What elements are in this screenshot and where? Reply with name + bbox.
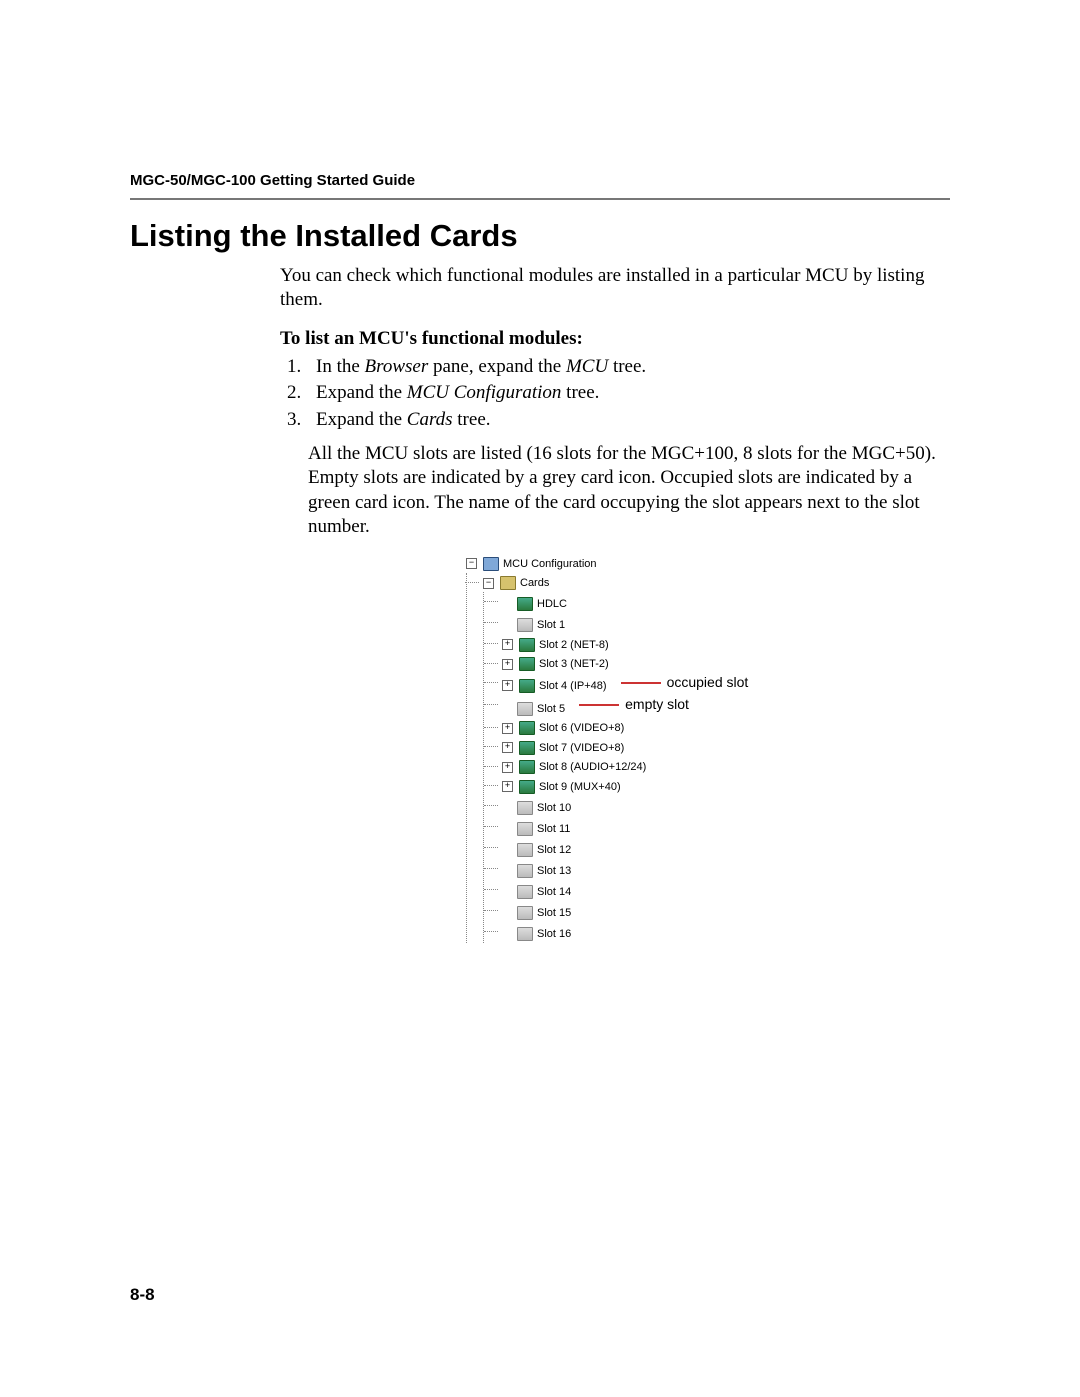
tree-slot-label: Slot 12	[537, 841, 571, 859]
card-empty-icon	[517, 864, 533, 878]
step-italic: Cards	[407, 409, 453, 430]
step-italic: MCU Configuration	[407, 382, 562, 403]
expand-icon[interactable]	[502, 781, 513, 792]
cards-folder-icon	[500, 576, 516, 590]
callout-line	[621, 682, 661, 684]
tree-slot-label: Slot 4 (IP+48)	[539, 677, 607, 695]
intro-paragraph: You can check which functional modules a…	[280, 264, 950, 313]
procedure-steps: In the Browser pane, expand the MCU tree…	[280, 355, 950, 432]
expand-icon[interactable]	[502, 659, 513, 670]
card-empty-icon	[517, 822, 533, 836]
expand-icon[interactable]	[502, 639, 513, 650]
tree-slot-label: Slot 10	[537, 799, 571, 817]
step-text: pane, expand the	[428, 356, 566, 377]
tree-slot-label: Slot 7 (VIDEO+8)	[539, 739, 624, 757]
card-empty-icon	[517, 801, 533, 815]
collapse-icon[interactable]	[483, 578, 494, 589]
card-occupied-icon	[519, 679, 535, 693]
callout: occupied slot	[615, 674, 749, 690]
step-text: tree.	[561, 382, 599, 403]
tree: MCU Configuration Cards HDLC Slot 1 Slot 2…	[466, 553, 950, 943]
expand-icon[interactable]	[502, 762, 513, 773]
step-text: tree.	[608, 356, 646, 377]
step-italic: MCU	[566, 356, 608, 377]
tree-slot-item[interactable]: HDLC	[502, 595, 567, 613]
card-empty-icon	[517, 702, 533, 716]
tree-slot-label: Slot 6 (VIDEO+8)	[539, 719, 624, 737]
card-empty-icon	[517, 885, 533, 899]
tree-slot-label: Slot 2 (NET-8)	[539, 636, 609, 654]
body-column: You can check which functional modules a…	[280, 264, 950, 943]
step-note: All the MCU slots are listed (16 slots f…	[308, 442, 950, 539]
step-text: Expand the	[316, 409, 407, 430]
tree-slot-item[interactable]: Slot 8 (AUDIO+12/24)	[502, 758, 646, 776]
tree-slot-item[interactable]: Slot 13	[502, 862, 571, 880]
tree-screenshot: MCU Configuration Cards HDLC Slot 1 Slot 2…	[458, 553, 950, 943]
card-occupied-icon	[517, 597, 533, 611]
tree-slot-item[interactable]: Slot 9 (MUX+40)	[502, 778, 621, 796]
section-heading: Listing the Installed Cards	[130, 218, 950, 254]
callout-text: occupied slot	[667, 674, 749, 690]
tree-root-label: MCU Configuration	[503, 555, 597, 573]
expand-icon[interactable]	[502, 723, 513, 734]
tree-slot-label: Slot 16	[537, 925, 571, 943]
header-rule	[130, 198, 950, 200]
tree-slot-label: Slot 13	[537, 862, 571, 880]
tree-slot-item[interactable]: Slot 15	[502, 904, 571, 922]
tree-slot-label: Slot 1	[537, 616, 565, 634]
card-occupied-icon	[519, 721, 535, 735]
expand-icon[interactable]	[502, 742, 513, 753]
tree-slot-item[interactable]: Slot 4 (IP+48)	[502, 677, 607, 695]
callout-text: empty slot	[625, 696, 689, 712]
running-head: MGC-50/MGC-100 Getting Started Guide	[130, 172, 415, 189]
card-occupied-icon	[519, 760, 535, 774]
tree-cards-label: Cards	[520, 574, 549, 592]
card-occupied-icon	[519, 780, 535, 794]
procedure-subhead: To list an MCU's functional modules:	[280, 327, 950, 351]
callout-line	[579, 704, 619, 706]
step-italic: Browser	[365, 356, 429, 377]
tree-slot-label: Slot 15	[537, 904, 571, 922]
card-occupied-icon	[519, 741, 535, 755]
step-text: tree.	[453, 409, 491, 430]
tree-slot-item[interactable]: Slot 6 (VIDEO+8)	[502, 719, 624, 737]
collapse-icon[interactable]	[466, 558, 477, 569]
tree-slot-label: Slot 8 (AUDIO+12/24)	[539, 758, 646, 776]
step-text: In the	[316, 356, 365, 377]
tree-cards-folder[interactable]: Cards	[483, 574, 549, 592]
tree-slot-label: Slot 3 (NET-2)	[539, 655, 609, 673]
tree-slot-item[interactable]: Slot 12	[502, 841, 571, 859]
step-1: In the Browser pane, expand the MCU tree…	[306, 355, 950, 379]
card-empty-icon	[517, 618, 533, 632]
card-empty-icon	[517, 927, 533, 941]
tree-slot-item[interactable]: Slot 14	[502, 883, 571, 901]
tree-slot-item[interactable]: Slot 1	[502, 616, 565, 634]
page-number: 8-8	[130, 1285, 155, 1305]
page: MGC-50/MGC-100 Getting Started Guide Lis…	[0, 0, 1080, 1397]
tree-slot-item[interactable]: Slot 2 (NET-8)	[502, 636, 609, 654]
callout: empty slot	[573, 696, 689, 712]
card-occupied-icon	[519, 638, 535, 652]
tree-slot-label: Slot 9 (MUX+40)	[539, 778, 621, 796]
tree-slot-label: HDLC	[537, 595, 567, 613]
step-3: Expand the Cards tree.	[306, 408, 950, 432]
tree-slot-label: Slot 5	[537, 700, 565, 718]
mcu-config-icon	[483, 557, 499, 571]
step-text: Expand the	[316, 382, 407, 403]
tree-slot-label: Slot 11	[537, 820, 570, 838]
tree-slot-item[interactable]: Slot 3 (NET-2)	[502, 655, 609, 673]
tree-slot-label: Slot 14	[537, 883, 571, 901]
card-occupied-icon	[519, 657, 535, 671]
card-empty-icon	[517, 843, 533, 857]
tree-slot-item[interactable]: Slot 11	[502, 820, 570, 838]
tree-slot-item[interactable]: Slot 7 (VIDEO+8)	[502, 739, 624, 757]
tree-slot-item[interactable]: Slot 5	[502, 700, 565, 718]
step-2: Expand the MCU Configuration tree.	[306, 381, 950, 405]
tree-slot-item[interactable]: Slot 16	[502, 925, 571, 943]
expand-icon[interactable]	[502, 680, 513, 691]
tree-root[interactable]: MCU Configuration	[466, 555, 597, 573]
card-empty-icon	[517, 906, 533, 920]
tree-slot-item[interactable]: Slot 10	[502, 799, 571, 817]
